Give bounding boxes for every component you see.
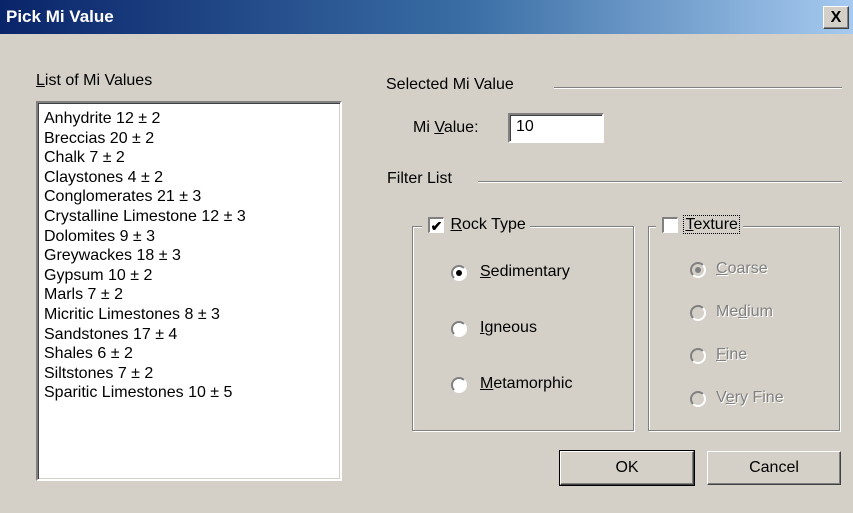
cancel-button[interactable]: Cancel bbox=[707, 451, 841, 485]
very-fine-radio[interactable] bbox=[690, 391, 706, 407]
mi-value-input[interactable]: 10 bbox=[508, 113, 604, 143]
metamorphic-label[interactable]: Metamorphic bbox=[480, 375, 572, 393]
close-button[interactable]: X bbox=[823, 6, 849, 29]
list-item[interactable]: Sparitic Limestones 10 ± 5 bbox=[44, 383, 340, 403]
list-item[interactable]: Breccias 20 ± 2 bbox=[44, 129, 340, 149]
list-item[interactable]: Micritic Limestones 8 ± 3 bbox=[44, 305, 340, 325]
list-item[interactable]: Claystones 4 ± 2 bbox=[44, 168, 340, 188]
list-item[interactable]: Conglomerates 21 ± 3 bbox=[44, 187, 340, 207]
mi-value-label: Mi Value: bbox=[413, 119, 479, 136]
list-item[interactable]: Siltstones 7 ± 2 bbox=[44, 364, 340, 384]
igneous-label[interactable]: Igneous bbox=[480, 319, 537, 337]
list-item[interactable]: Shales 6 ± 2 bbox=[44, 344, 340, 364]
list-item[interactable]: Chalk 7 ± 2 bbox=[44, 148, 340, 168]
selected-group-divider bbox=[554, 87, 842, 89]
close-icon: X bbox=[830, 9, 842, 26]
very-fine-label[interactable]: Very Fine bbox=[716, 389, 784, 407]
medium-radio[interactable] bbox=[690, 305, 706, 321]
list-item[interactable]: Marls 7 ± 2 bbox=[44, 285, 340, 305]
selected-mi-value-group-label: Selected Mi Value bbox=[386, 76, 514, 93]
list-item[interactable]: Crystalline Limestone 12 ± 3 bbox=[44, 207, 340, 227]
radio-dot-icon bbox=[456, 270, 462, 276]
title-bar: Pick Mi Value X bbox=[0, 0, 853, 34]
list-item[interactable]: Sandstones 17 ± 4 bbox=[44, 325, 340, 345]
fine-label[interactable]: Fine bbox=[716, 346, 747, 364]
check-icon: ✔ bbox=[430, 218, 443, 234]
fine-radio[interactable] bbox=[690, 348, 706, 364]
coarse-label[interactable]: Coarse bbox=[716, 260, 768, 278]
texture-label: Texture bbox=[683, 215, 740, 234]
list-item[interactable]: Gypsum 10 ± 2 bbox=[44, 266, 340, 286]
list-item[interactable]: Anhydrite 12 ± 2 bbox=[44, 109, 340, 129]
coarse-radio[interactable] bbox=[690, 262, 706, 278]
texture-checkbox[interactable] bbox=[662, 217, 678, 233]
filter-group-divider bbox=[478, 181, 842, 183]
medium-label[interactable]: Medium bbox=[716, 303, 773, 321]
filter-list-group-label: Filter List bbox=[387, 170, 452, 187]
igneous-radio[interactable] bbox=[451, 321, 467, 337]
radio-dot-icon bbox=[695, 267, 701, 273]
mi-values-listbox[interactable]: Anhydrite 12 ± 2 Breccias 20 ± 2 Chalk 7… bbox=[36, 101, 342, 481]
rock-type-legend: ✔ Rock Type bbox=[422, 216, 530, 235]
mi-values-list-label: List of Mi Values bbox=[36, 72, 153, 89]
metamorphic-radio[interactable] bbox=[451, 377, 467, 393]
rock-type-checkbox[interactable]: ✔ bbox=[428, 217, 444, 233]
rock-type-label: Rock Type bbox=[450, 216, 526, 233]
ok-button[interactable]: OK bbox=[559, 450, 695, 486]
list-item[interactable]: Dolomites 9 ± 3 bbox=[44, 227, 340, 247]
list-item[interactable]: Greywackes 18 ± 3 bbox=[44, 246, 340, 266]
sedimentary-label[interactable]: Sedimentary bbox=[480, 263, 570, 281]
texture-legend: Texture bbox=[656, 215, 743, 235]
sedimentary-radio[interactable] bbox=[451, 265, 467, 281]
window-title: Pick Mi Value bbox=[6, 7, 114, 26]
